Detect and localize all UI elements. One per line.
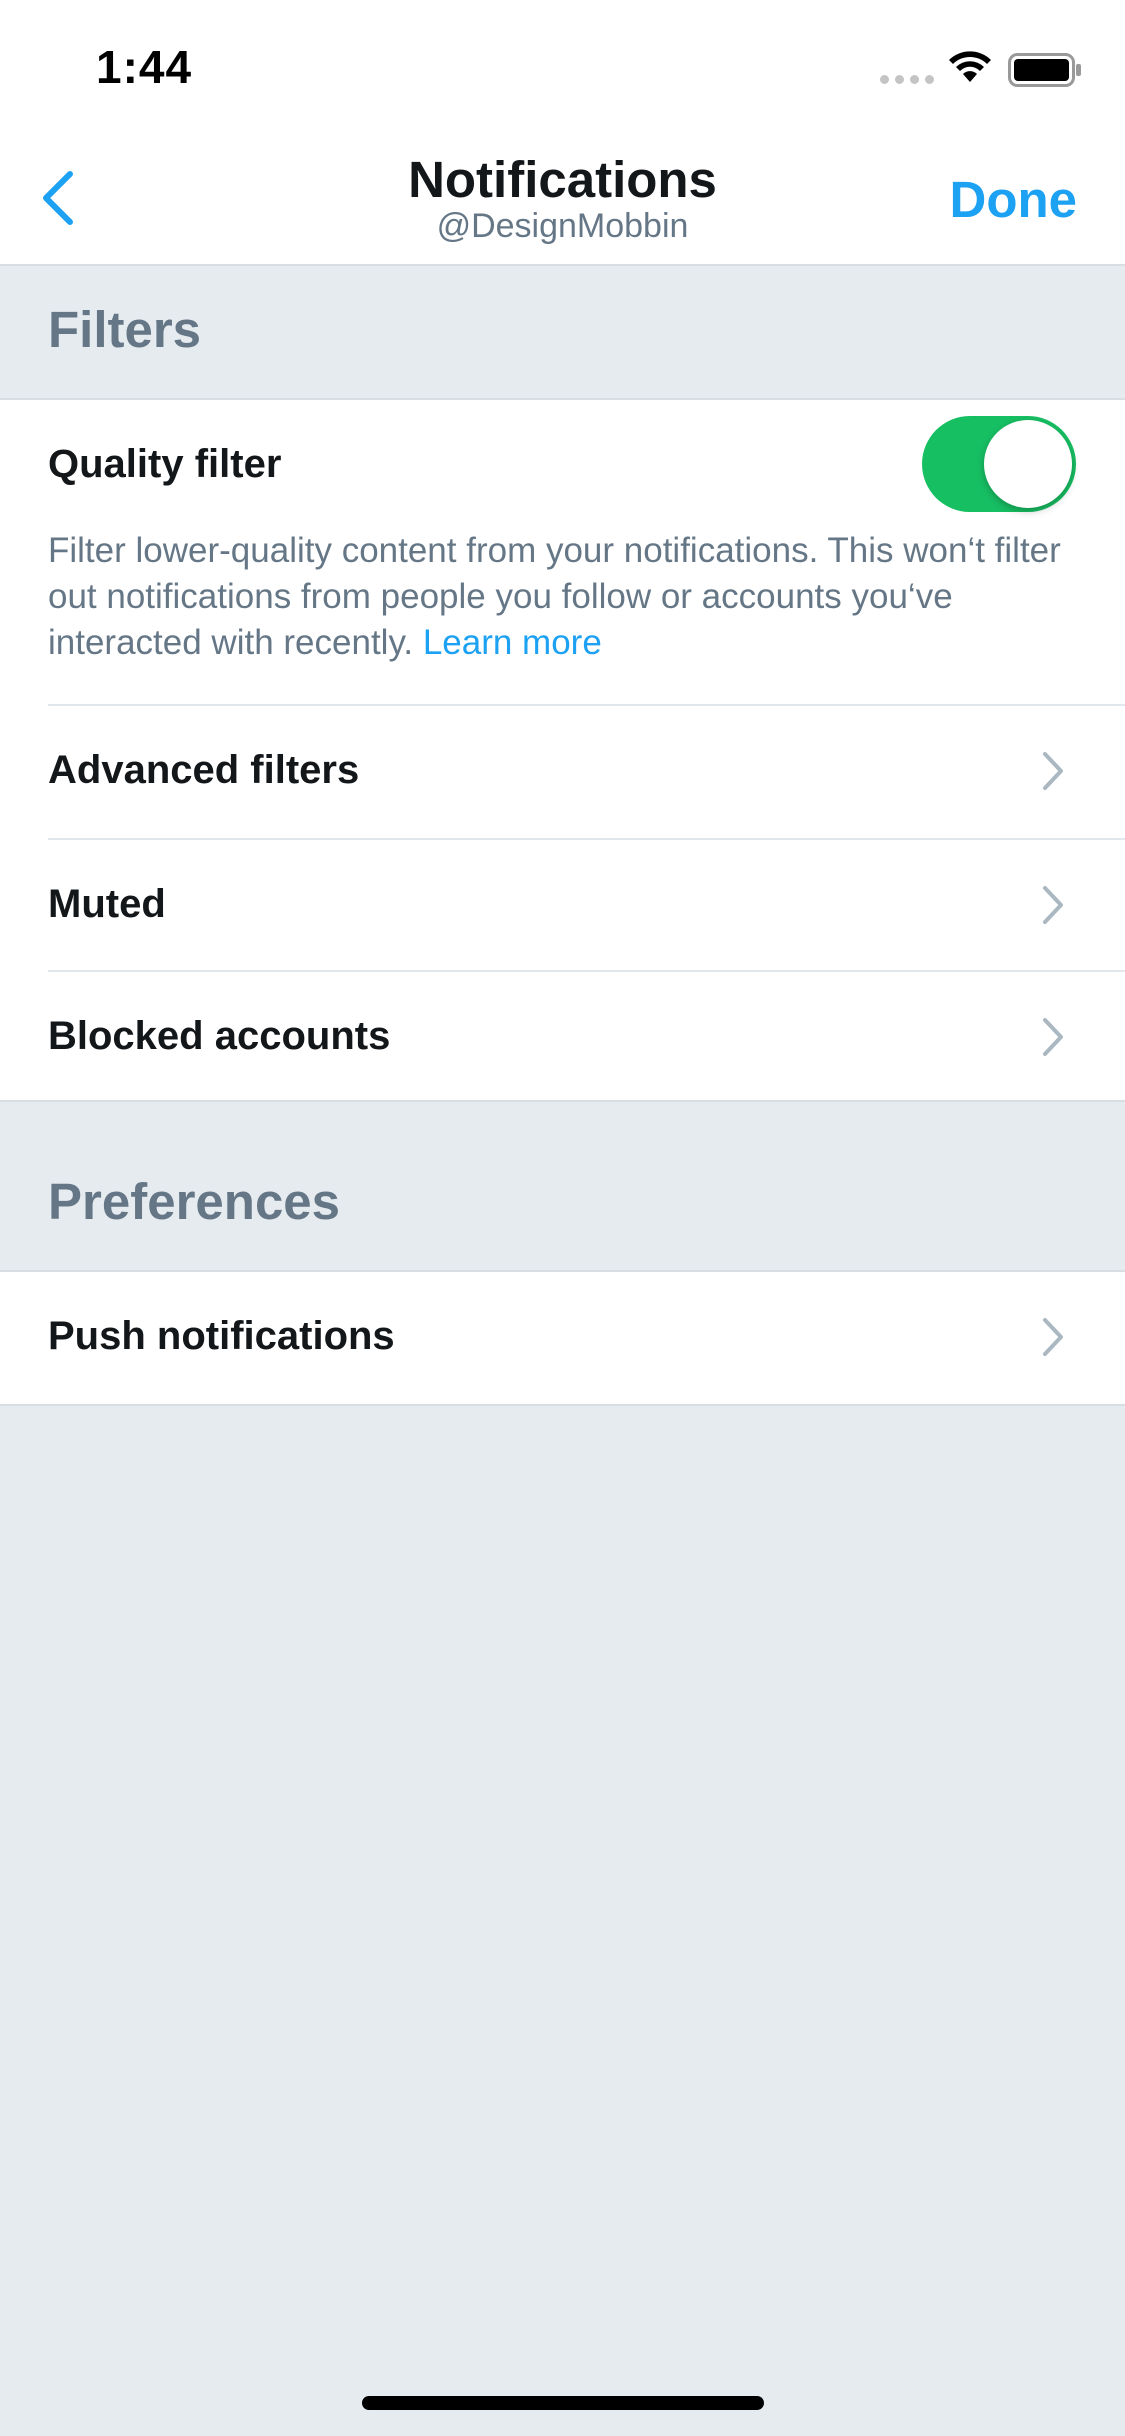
- signal-dots-icon: [880, 75, 934, 84]
- status-time: 1:44: [96, 41, 193, 93]
- chevron-right-icon: [1043, 886, 1063, 924]
- advanced-filters-row[interactable]: Advanced filters: [0, 706, 1125, 838]
- chevron-right-icon: [1043, 1018, 1063, 1056]
- section-header-filters: Filters: [0, 266, 1125, 398]
- done-button[interactable]: Done: [950, 170, 1078, 229]
- preferences-group: Push notifications: [0, 1270, 1125, 1406]
- wifi-icon: [949, 51, 991, 82]
- quality-filter-toggle[interactable]: [922, 416, 1076, 512]
- section-title-preferences: Preferences: [48, 1173, 341, 1230]
- filters-group: Quality filter Filter lower-quality cont…: [0, 398, 1125, 1102]
- muted-row[interactable]: Muted: [0, 840, 1125, 972]
- nav-bar: Notifications @DesignMobbin Done: [0, 132, 1125, 266]
- blocked-accounts-label: Blocked accounts: [48, 1014, 391, 1058]
- quality-filter-row: Quality filter Filter lower-quality cont…: [0, 400, 1125, 704]
- muted-label: Muted: [48, 882, 166, 926]
- status-bar: 1:44: [0, 0, 1125, 132]
- quality-filter-label: Quality filter: [48, 442, 282, 486]
- toggle-knob: [984, 420, 1072, 508]
- learn-more-link[interactable]: Learn more: [423, 623, 602, 662]
- battery-icon: [1008, 53, 1081, 87]
- push-notifications-label: Push notifications: [48, 1314, 395, 1358]
- section-header-preferences: Preferences: [0, 1102, 1125, 1270]
- advanced-filters-label: Advanced filters: [48, 748, 360, 792]
- quality-filter-description: Filter lower-quality content from your n…: [48, 528, 1068, 666]
- push-notifications-row[interactable]: Push notifications: [0, 1272, 1125, 1404]
- chevron-right-icon: [1043, 752, 1063, 790]
- section-title-filters: Filters: [48, 301, 202, 358]
- chevron-right-icon: [1043, 1318, 1063, 1356]
- blocked-accounts-row[interactable]: Blocked accounts: [0, 972, 1125, 1104]
- home-indicator: [362, 2396, 764, 2410]
